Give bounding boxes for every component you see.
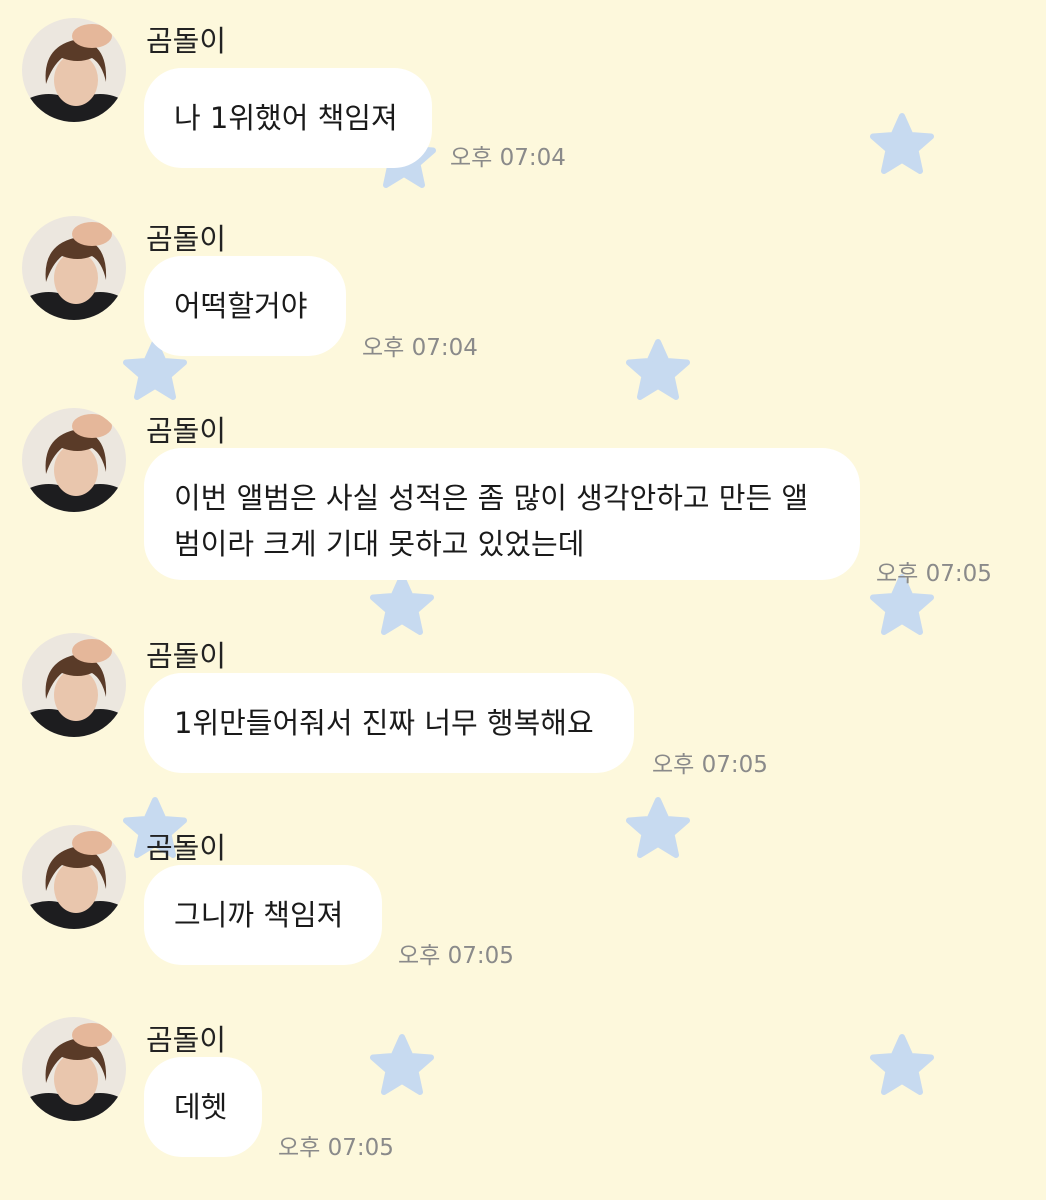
chat-message-list: 곰돌이 나 1위했어 책임져 오후 07:04 곰돌이 어떡할거야 오후 07:…	[0, 0, 1046, 1200]
profile-photo-icon	[22, 18, 126, 122]
message-text-line: 범이라 크게 기대 못하고 있었는데	[174, 527, 585, 561]
profile-photo-icon	[22, 633, 126, 737]
message-time: 오후 07:04	[450, 145, 566, 171]
profile-photo-icon	[22, 1017, 126, 1121]
sender-name: 곰돌이	[146, 414, 227, 448]
sender-name: 곰돌이	[146, 831, 227, 865]
avatar[interactable]	[22, 1017, 126, 1121]
message-bubble[interactable]: 데헷	[144, 1057, 262, 1157]
message-time: 오후 07:05	[278, 1135, 394, 1161]
message-text: 어떡할거야	[174, 289, 308, 323]
sender-name: 곰돌이	[146, 1023, 227, 1057]
avatar[interactable]	[22, 825, 126, 929]
message-time: 오후 07:04	[362, 335, 478, 361]
message-bubble[interactable]: 이번 앨범은 사실 성적은 좀 많이 생각안하고 만든 앨 범이라 크게 기대 …	[144, 448, 860, 580]
message-bubble[interactable]: 어떡할거야	[144, 256, 346, 356]
profile-photo-icon	[22, 408, 126, 512]
message-text-line: 이번 앨범은 사실 성적은 좀 많이 생각안하고 만든 앨	[174, 481, 809, 515]
message-time: 오후 07:05	[876, 561, 992, 587]
avatar[interactable]	[22, 216, 126, 320]
avatar[interactable]	[22, 408, 126, 512]
message-text: 1위만들어줘서 진짜 너무 행복해요	[174, 706, 594, 740]
sender-name: 곰돌이	[146, 24, 227, 58]
profile-photo-icon	[22, 825, 126, 929]
message-text: 데헷	[174, 1090, 228, 1124]
sender-name: 곰돌이	[146, 222, 227, 256]
message-bubble[interactable]: 그니까 책임져	[144, 865, 382, 965]
message-bubble[interactable]: 1위만들어줘서 진짜 너무 행복해요	[144, 673, 634, 773]
sender-name: 곰돌이	[146, 639, 227, 673]
avatar[interactable]	[22, 18, 126, 122]
profile-photo-icon	[22, 216, 126, 320]
message-text: 그니까 책임져	[174, 898, 344, 932]
message-text: 나 1위했어 책임져	[174, 101, 398, 135]
message-time: 오후 07:05	[398, 943, 514, 969]
message-bubble[interactable]: 나 1위했어 책임져	[144, 68, 432, 168]
avatar[interactable]	[22, 633, 126, 737]
message-time: 오후 07:05	[652, 752, 768, 778]
